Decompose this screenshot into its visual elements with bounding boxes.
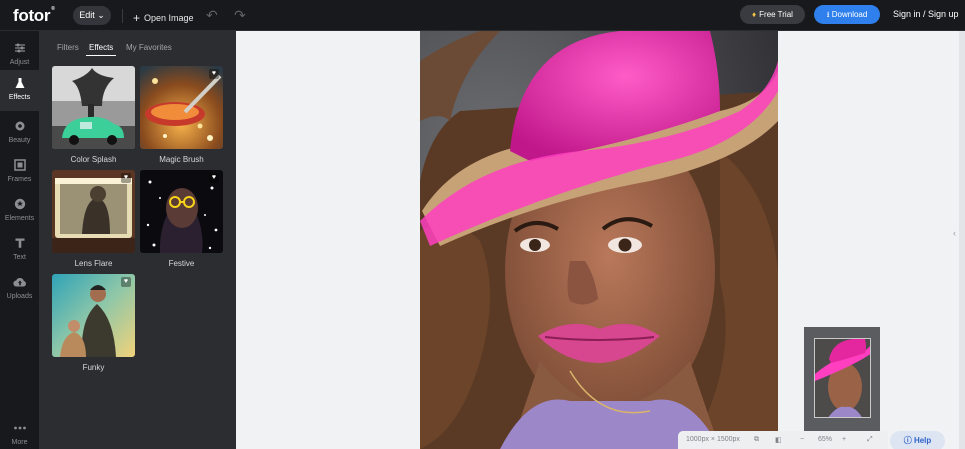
diamond-icon: ♦: [752, 10, 757, 19]
signin-link[interactable]: Sign in / Sign up: [893, 9, 959, 19]
edited-photo[interactable]: [420, 31, 778, 449]
sidebar-item-frames[interactable]: Frames: [0, 154, 39, 192]
fit-screen-icon[interactable]: ⤢: [867, 436, 873, 444]
status-bar: 1000px × 1500px ⧉ ◧ − 65% + ⤢: [678, 431, 888, 449]
chevron-down-icon: ⌄: [97, 10, 105, 20]
tool-sidebar: Adjust Effects Beauty Frames Elements Te…: [0, 31, 39, 449]
undo-icon[interactable]: ↶: [206, 7, 218, 24]
fotor-logo[interactable]: fotor®: [13, 6, 55, 26]
favorite-icon[interactable]: ♥: [121, 277, 131, 287]
tab-effects[interactable]: Effects: [85, 43, 117, 56]
star-icon: [0, 198, 39, 214]
effect-thumbnail[interactable]: ♥: [52, 274, 135, 357]
flask-icon: [0, 77, 39, 93]
favorite-icon[interactable]: ♥: [209, 69, 219, 79]
sidebar-item-more[interactable]: More: [0, 417, 39, 449]
effects-panel: Filters Effects My Favorites Color Splas…: [39, 31, 236, 449]
effect-thumbnail[interactable]: ♥: [140, 66, 223, 149]
chevron-left-icon[interactable]: ‹: [953, 228, 956, 238]
sidebar-item-beauty[interactable]: Beauty: [0, 115, 39, 153]
edit-menu-button[interactable]: Edit ⌄: [73, 6, 111, 25]
effect-card-magic-brush[interactable]: ♥ Magic Brush: [140, 66, 223, 164]
open-image-button[interactable]: + Open Image: [133, 10, 194, 25]
zoom-in-icon[interactable]: +: [842, 436, 846, 443]
free-trial-button[interactable]: ♦ Free Trial: [740, 5, 805, 24]
effect-card-lens-flare[interactable]: ♥ Lens Flare: [52, 170, 135, 268]
effect-thumbnail[interactable]: ♥: [52, 170, 135, 253]
favorite-icon[interactable]: ♥: [121, 173, 131, 183]
split-view-icon[interactable]: ◧: [775, 436, 782, 444]
zoom-out-icon[interactable]: −: [800, 436, 804, 443]
help-button[interactable]: ⓘ Help: [890, 431, 945, 449]
sidebar-item-text[interactable]: Text: [0, 232, 39, 270]
sidebar-item-elements[interactable]: Elements: [0, 193, 39, 231]
plus-icon: +: [133, 11, 141, 25]
tab-filters[interactable]: Filters: [57, 43, 79, 52]
frame-icon: [0, 159, 39, 175]
sidebar-item-uploads[interactable]: Uploads: [0, 271, 39, 309]
effect-card-color-splash[interactable]: Color Splash: [52, 66, 135, 164]
download-button[interactable]: ⭳ Download: [814, 5, 880, 24]
tab-my-favorites[interactable]: My Favorites: [126, 43, 172, 52]
redo-icon[interactable]: ↷: [234, 7, 246, 24]
question-icon: ⓘ: [903, 436, 912, 445]
eye-icon: [0, 120, 39, 136]
navigator-minimap[interactable]: [804, 327, 880, 431]
image-dimensions: 1000px × 1500px: [686, 436, 740, 443]
panel-tabs: Filters Effects My Favorites: [39, 31, 236, 57]
divider: [122, 9, 123, 23]
more-icon: [0, 422, 39, 438]
top-bar: fotor® Edit ⌄ + Open Image ↶ ↷ ♦ Free Tria…: [0, 0, 965, 31]
zoom-level: 65%: [818, 436, 833, 443]
effect-card-funky[interactable]: ♥ Funky: [52, 274, 135, 372]
download-icon: ⭳: [826, 10, 830, 19]
sliders-icon: [0, 42, 39, 58]
effect-card-festive[interactable]: ♥ Festive: [140, 170, 223, 268]
cloud-upload-icon: [0, 276, 39, 292]
effect-thumbnail[interactable]: ♥: [140, 170, 223, 253]
favorite-icon[interactable]: ♥: [209, 173, 219, 183]
text-icon: [0, 237, 39, 253]
compare-icon[interactable]: ⧉: [754, 436, 759, 444]
sidebar-item-effects[interactable]: Effects: [0, 70, 39, 111]
navigator-preview[interactable]: [814, 338, 871, 418]
effect-thumbnail[interactable]: [52, 66, 135, 149]
canvas-scrollbar[interactable]: [959, 31, 965, 449]
